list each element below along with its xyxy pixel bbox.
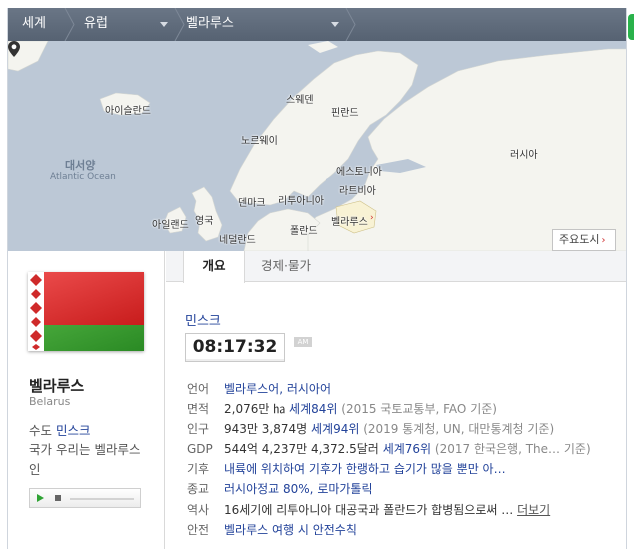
row-language-value[interactable]: 벨라루스어, 러시아어 (224, 382, 331, 396)
row-gdp-value: 544억 4,237만 4,372.5달러 (224, 442, 379, 456)
row-area-value: 2,076만 ㏊ (224, 402, 286, 416)
map-label-netherlands: 네덜란드 (219, 235, 256, 246)
country-name: 벨라루스 (29, 377, 85, 395)
local-time: 08:17:32 (185, 333, 285, 362)
anthem-player (29, 488, 141, 508)
row-area-key: 면적 (187, 402, 210, 416)
country-name-en: Belarus (29, 395, 71, 408)
breadcrumb-europe[interactable]: 유럽 (84, 8, 170, 41)
country-summary: 벨라루스 Belarus 수도 민스크 국가 우리는 벨라루스인 (8, 251, 165, 549)
row-population-value: 943만 3,874명 (224, 422, 308, 436)
row-history-key: 역사 (187, 503, 210, 517)
location-pin-icon[interactable] (8, 41, 20, 57)
history-more-link[interactable]: 더보기 (517, 503, 550, 517)
row-religion: 종교 러시아정교 80%, 로마가톨릭 (187, 480, 373, 497)
breadcrumb-separator-icon (345, 8, 356, 41)
row-climate-key: 기후 (187, 462, 210, 476)
chevron-right-icon: › (601, 235, 606, 246)
row-religion-value[interactable]: 러시아정교 80%, 로마가톨릭 (224, 482, 373, 496)
breadcrumb-separator-icon (64, 8, 75, 41)
map-label-denmark: 덴마크 (238, 198, 266, 209)
tab-overview-label: 개요 (202, 258, 226, 273)
map-label-belarus: 벨라루스 (331, 217, 368, 228)
map-label-atlantic-en: Atlantic Ocean (50, 172, 116, 182)
map-label-lithuania: 리투아니아 (278, 196, 324, 207)
row-population: 인구 943만 3,874명 세계94위 (2019 통계청, UN, 대만통계청… (187, 420, 554, 437)
row-safety: 안전 벨라루스 여행 시 안전수칙 (187, 521, 357, 538)
breadcrumb: 세계 유럽 벨라루스 (8, 8, 626, 41)
country-flag (28, 272, 144, 351)
map-label-finland: 핀란드 (331, 108, 359, 119)
anthem-line: 국가 우리는 벨라루스인 (29, 440, 149, 480)
tab-overview[interactable]: 개요 (183, 251, 245, 283)
map-label-iceland: 아이슬란드 (105, 106, 151, 117)
major-cities-button[interactable]: 주요도시 › (552, 229, 616, 251)
row-climate: 기후 내륙에 위치하여 기후가 한랭하고 습기가 많을 뿐만 아… (187, 460, 506, 477)
row-area-rank[interactable]: 세계84위 (289, 402, 337, 416)
tab-economy-label: 경제·물가 (261, 258, 311, 273)
play-icon[interactable] (37, 494, 44, 502)
map-label-estonia: 에스토니아 (336, 167, 382, 178)
row-gdp-source: (2017 한국은행, The… 기준) (434, 442, 591, 456)
overview-capital-link[interactable]: 민스크 (185, 310, 221, 329)
breadcrumb-belarus-label: 벨라루스 (186, 16, 234, 31)
map-label-latvia: 라트비아 (339, 186, 376, 197)
map-label-norway: 노르웨이 (241, 136, 278, 147)
major-cities-label: 주요도시 (559, 233, 600, 246)
row-climate-value[interactable]: 내륙에 위치하여 기후가 한랭하고 습기가 많을 뿐만 아… (224, 462, 506, 476)
row-religion-key: 종교 (187, 482, 210, 496)
capital-line: 수도 민스크 (29, 420, 91, 439)
row-language: 언어 벨라루스어, 러시아어 (187, 380, 331, 397)
breadcrumb-belarus[interactable]: 벨라루스 (186, 8, 341, 41)
map-label-sweden: 스웨덴 (286, 95, 314, 106)
capital-link[interactable]: 민스크 (56, 423, 91, 438)
row-history-value: 16세기에 리투아니아 대공국과 폴란드가 합병됨으로써 … (224, 503, 514, 517)
flag-ornament (28, 272, 44, 351)
detail-tabs: 개요 경제·물가 (166, 251, 626, 283)
row-gdp-rank[interactable]: 세계76위 (383, 442, 431, 456)
breadcrumb-europe-label: 유럽 (84, 16, 108, 31)
row-history: 역사 16세기에 리투아니아 대공국과 폴란드가 합병됨으로써 … 더보기 (187, 501, 550, 518)
row-safety-key: 안전 (187, 523, 210, 537)
map-belarus-arrow-icon: › (370, 213, 374, 223)
breadcrumb-separator-icon (174, 8, 185, 41)
row-population-key: 인구 (187, 422, 210, 436)
capital-label: 수도 (29, 423, 53, 438)
row-safety-value[interactable]: 벨라루스 여행 시 안전수칙 (224, 523, 357, 537)
row-language-key: 언어 (187, 382, 210, 396)
side-tab-indicator[interactable] (628, 14, 634, 40)
ampm-badge: AM (294, 337, 312, 347)
breadcrumb-world-label: 세계 (22, 16, 46, 31)
map[interactable]: 아이슬란드 스웨덴 핀란드 노르웨이 대서양 Atlantic Ocean 러시… (8, 41, 626, 251)
chevron-down-icon (160, 22, 168, 27)
stop-icon[interactable] (55, 495, 61, 501)
row-gdp-key: GDP (187, 442, 213, 456)
map-label-poland: 폴란드 (290, 226, 318, 237)
tab-economy-prices[interactable]: 경제·물가 (248, 251, 324, 282)
anthem-label: 국가 (29, 442, 53, 457)
row-area: 면적 2,076만 ㏊ 세계84위 (2015 국토교통부, FAO 기준) (187, 400, 497, 417)
country-info-widget: 세계 유럽 벨라루스 아이슬란드 스웨덴 핀란드 노르웨이 대서양 Atlant… (7, 8, 627, 549)
chevron-down-icon (331, 22, 339, 27)
map-label-uk: 영국 (195, 216, 214, 227)
row-area-source: (2015 국토교통부, FAO 기준) (341, 402, 497, 416)
row-gdp: GDP 544억 4,237만 4,372.5달러 세계76위 (2017 한국은… (187, 440, 591, 457)
map-label-russia: 러시아 (510, 150, 538, 161)
progress-track[interactable] (70, 498, 134, 500)
map-label-ireland: 아일랜드 (152, 220, 189, 231)
row-population-rank[interactable]: 세계94위 (311, 422, 359, 436)
breadcrumb-world[interactable]: 세계 (22, 8, 46, 41)
row-population-source: (2019 통계청, UN, 대만통계청 기준) (363, 422, 555, 436)
map-label-atlantic-ko: 대서양 (65, 159, 96, 172)
country-details: 개요 경제·물가 민스크 08:17:32 AM 언어 벨라루스어, 러시아어 면… (166, 251, 626, 549)
